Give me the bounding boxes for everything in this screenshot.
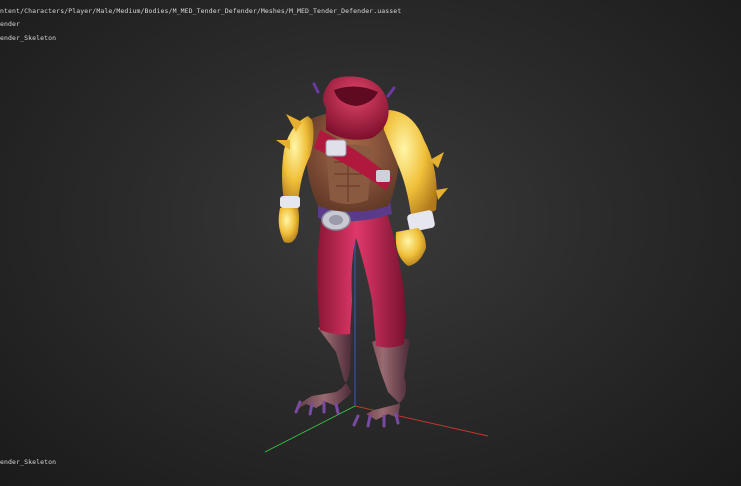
right-boot: [352, 337, 410, 428]
pants: [317, 210, 405, 348]
3d-viewport[interactable]: [0, 0, 741, 486]
right-hand: [395, 228, 426, 266]
character-model[interactable]: [276, 76, 448, 428]
left-hand: [278, 208, 299, 243]
left-bracer: [280, 196, 300, 208]
left-boot: [294, 325, 352, 416]
left-arm: [276, 114, 314, 243]
sash-buckle: [325, 139, 347, 157]
